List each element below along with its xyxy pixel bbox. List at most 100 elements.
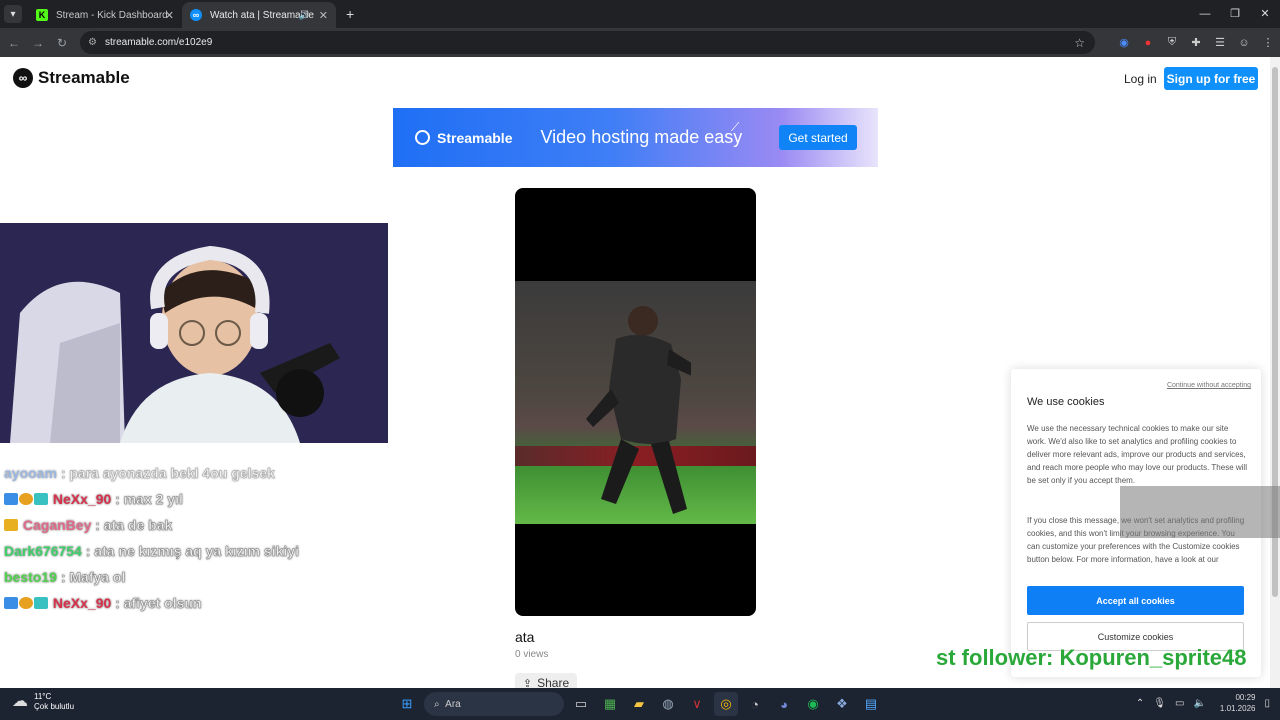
notepad-icon[interactable]: ▤ bbox=[859, 692, 883, 716]
valorant-icon[interactable]: ∨ bbox=[685, 692, 709, 716]
reload-icon[interactable]: ↻ bbox=[50, 36, 74, 50]
chat-message: : para ayonazda bekl 4ou gelsek bbox=[60, 465, 275, 481]
back-icon[interactable]: ← bbox=[2, 36, 26, 50]
tab-streamable[interactable]: ∞ Watch ata | Streamable 🔊 ✕ bbox=[182, 2, 336, 28]
close-tab-icon[interactable]: ✕ bbox=[319, 9, 328, 22]
notification-icon[interactable]: ▯ bbox=[1264, 698, 1270, 709]
bookmark-star-icon[interactable]: ☆ bbox=[1074, 36, 1085, 50]
promo-banner[interactable]: Streamable Video hosting made easy ⟋ Get… bbox=[393, 108, 878, 167]
spotify-icon[interactable]: ◉ bbox=[801, 692, 825, 716]
start-icon[interactable]: ⊞ bbox=[395, 692, 419, 716]
share-label: Share bbox=[537, 676, 570, 688]
sparkle-icon: ⟋ bbox=[731, 120, 740, 134]
network-icon[interactable]: ▭ bbox=[1175, 698, 1184, 709]
weather-desc: Çok bulutlu bbox=[34, 702, 75, 711]
chat-message: : ata de bak bbox=[95, 517, 173, 533]
chat-line: Dark676754 : ata ne kızmış aq ya kızım s… bbox=[4, 538, 299, 564]
video-title: ata bbox=[515, 629, 535, 645]
discord-icon[interactable]: ◕ bbox=[772, 692, 796, 716]
chat-message: : ata ne kızmış aq ya kızım sikiyi bbox=[85, 543, 300, 559]
tab-search-icon[interactable]: ▾ bbox=[4, 5, 22, 23]
taskbar-search[interactable]: ⌕ Ara bbox=[424, 692, 564, 716]
extension-icon[interactable]: ● bbox=[1136, 37, 1160, 49]
clock[interactable]: 00:29 1.01.2026 bbox=[1220, 692, 1256, 714]
chrome-icon[interactable]: ◎ bbox=[714, 692, 738, 716]
maximize-icon[interactable]: ❐ bbox=[1220, 0, 1250, 28]
mod-badge-icon bbox=[4, 597, 18, 609]
chat-user: NeXx_90 bbox=[52, 595, 112, 611]
signup-button[interactable]: Sign up for free bbox=[1164, 67, 1258, 90]
window-controls: — ❐ ✕ bbox=[1190, 0, 1280, 28]
chat-user: CaganBey bbox=[22, 517, 92, 533]
speaker-icon[interactable]: 🔊 bbox=[299, 10, 310, 21]
minecraft-icon[interactable]: ▦ bbox=[598, 692, 622, 716]
shield-icon[interactable]: ⛨ bbox=[1160, 36, 1184, 49]
cookie-title: We use cookies bbox=[1027, 396, 1105, 408]
chevron-up-icon[interactable]: ⌃ bbox=[1136, 698, 1144, 709]
profile-avatar-icon[interactable]: ☺ bbox=[1232, 37, 1256, 49]
weather-temp: 11°C bbox=[34, 692, 52, 701]
windows-taskbar: ☁ 11°C Çok bulutlu ⊞ ⌕ Ara ▭ ▦ ▰ ◍ ∨ ◎ ◔… bbox=[0, 688, 1280, 720]
close-tab-icon[interactable]: ✕ bbox=[165, 9, 174, 22]
person-figure bbox=[586, 306, 691, 514]
tab-kick-dashboard[interactable]: K Stream - Kick Dashboard ✕ bbox=[28, 2, 182, 28]
forward-icon[interactable]: → bbox=[26, 36, 50, 50]
chat-message: : Mafya ol bbox=[60, 569, 126, 585]
weather-widget[interactable]: ☁ 11°C Çok bulutlu bbox=[12, 692, 74, 712]
chat-user: ayooam bbox=[4, 465, 57, 481]
close-window-icon[interactable]: ✕ bbox=[1250, 0, 1280, 28]
logo-text: Streamable bbox=[38, 68, 130, 87]
menu-dots-icon[interactable]: ⋮ bbox=[1256, 36, 1280, 49]
browser-tabbar: ▾ K Stream - Kick Dashboard ✕ ∞ Watch at… bbox=[0, 0, 1280, 28]
new-tab-button[interactable]: + bbox=[346, 6, 354, 22]
chat-line: CaganBey : ata de bak bbox=[4, 512, 299, 538]
cloud-icon: ☁ bbox=[12, 693, 28, 710]
sub-badge-icon bbox=[19, 597, 33, 609]
clock-time: 00:29 bbox=[1235, 693, 1256, 702]
chat-message: : max 2 yıl bbox=[115, 491, 183, 507]
steam-icon[interactable]: ◍ bbox=[656, 692, 680, 716]
video-frame bbox=[515, 281, 756, 524]
banner-tagline: Video hosting made easy bbox=[540, 127, 743, 147]
streamable-logo-icon bbox=[415, 130, 430, 145]
accept-all-cookies-button[interactable]: Accept all cookies bbox=[1027, 586, 1244, 615]
url-text: streamable.com/e102e9 bbox=[104, 37, 213, 48]
stream-overlay-box bbox=[1120, 486, 1280, 538]
page-scrollbar[interactable] bbox=[1270, 57, 1280, 688]
video-views: 0 views bbox=[515, 649, 549, 660]
share-icon: ⇪ bbox=[522, 677, 533, 689]
extensions-area: ◉ ● ⛨ ✚ ☰ ☺ ⋮ bbox=[1112, 28, 1280, 57]
minimize-icon[interactable]: — bbox=[1190, 0, 1220, 28]
vip-badge-icon bbox=[34, 493, 48, 505]
volume-icon[interactable]: 🔈 bbox=[1193, 698, 1205, 709]
tab-title: Stream - Kick Dashboard bbox=[56, 9, 168, 21]
chat-line: NeXx_90 : max 2 yıl bbox=[4, 486, 299, 512]
puzzle-icon[interactable]: ✚ bbox=[1184, 36, 1208, 49]
url-bar[interactable]: ⚙ streamable.com/e102e9 ☆ bbox=[80, 31, 1095, 54]
video-player[interactable] bbox=[515, 188, 756, 616]
banner-logo: Streamable bbox=[415, 130, 512, 146]
login-link[interactable]: Log in bbox=[1124, 72, 1157, 86]
streamable-favicon-icon: ∞ bbox=[190, 9, 202, 21]
reading-list-icon[interactable]: ☰ bbox=[1208, 36, 1232, 49]
app-icon[interactable]: ◔ bbox=[743, 692, 767, 716]
continue-without-accepting-link[interactable]: Continue without accepting bbox=[1167, 382, 1251, 389]
extension-icon[interactable]: ◉ bbox=[1112, 36, 1136, 49]
chat-message: : afiyet olsun bbox=[115, 595, 202, 611]
site-logo[interactable]: ∞ Streamable bbox=[13, 68, 130, 88]
task-view-icon[interactable]: ▭ bbox=[569, 692, 593, 716]
streamable-logo-icon: ∞ bbox=[13, 68, 33, 88]
app-icon[interactable]: ❖ bbox=[830, 692, 854, 716]
site-info-icon[interactable]: ⚙ bbox=[88, 37, 97, 48]
address-toolbar: ← → ↻ ⚙ streamable.com/e102e9 ☆ ◉ ● ⛨ ✚ … bbox=[0, 28, 1280, 57]
stream-chat: ayooam : para ayonazda bekl 4ou gelsek N… bbox=[4, 460, 299, 616]
folder-icon[interactable]: ▰ bbox=[627, 692, 651, 716]
webcam-overlay bbox=[0, 223, 388, 443]
chat-line: ayooam : para ayonazda bekl 4ou gelsek bbox=[4, 460, 299, 486]
share-button[interactable]: ⇪ Share bbox=[515, 673, 577, 688]
cookie-paragraph-1: We use the necessary technical cookies t… bbox=[1027, 424, 1247, 485]
chat-user: NeXx_90 bbox=[52, 491, 112, 507]
mod-badge-icon bbox=[4, 493, 18, 505]
microphone-icon[interactable]: 🎙 bbox=[1153, 698, 1166, 709]
get-started-button[interactable]: Get started bbox=[779, 125, 857, 150]
